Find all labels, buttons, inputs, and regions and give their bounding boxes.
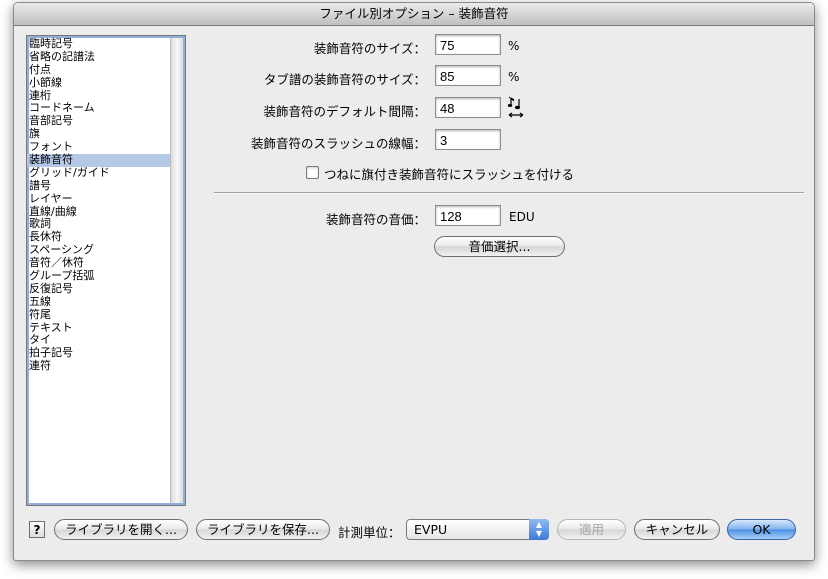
units-select[interactable]: EVPU ▲ ▼ — [406, 519, 549, 540]
slash-width-input[interactable]: 3 — [435, 129, 501, 150]
always-slash-checkbox[interactable] — [306, 166, 319, 179]
list-item[interactable]: グリッド/ガイド — [27, 166, 173, 180]
spacing-label: 装飾音符のデフォルト間隔： — [263, 104, 426, 119]
tab-size-unit: % — [508, 70, 520, 84]
tab-size-label: タブ譜の装飾音符のサイズ： — [263, 72, 426, 87]
size-unit: % — [508, 39, 520, 53]
list-item[interactable]: 付点 — [27, 63, 173, 77]
save-library-button[interactable]: ライブラリを保存... — [196, 519, 330, 540]
list-item[interactable]: 装飾音符 — [27, 153, 173, 167]
open-library-button[interactable]: ライブラリを開く... — [54, 519, 188, 540]
list-item[interactable]: 臨時記号 — [27, 37, 173, 51]
list-item[interactable]: グループ括弧 — [27, 269, 173, 283]
list-item[interactable]: 省略の記譜法 — [27, 50, 173, 64]
cancel-button[interactable]: キャンセル — [634, 519, 720, 540]
list-item[interactable]: 音部記号 — [27, 114, 173, 128]
tab-size-input[interactable]: 85 — [435, 65, 501, 86]
apply-button[interactable]: 適用 — [557, 519, 626, 540]
duration-input[interactable]: 128 — [435, 205, 501, 226]
category-list-items: 臨時記号 省略の記譜法 付点 小節線 連桁 コードネーム 音部記号旗フォント 装飾音符 グリッド… — [27, 37, 173, 373]
slash-width-label: 装飾音符のスラッシュの線幅： — [250, 136, 426, 151]
duration-unit: EDU — [509, 210, 535, 224]
list-item[interactable]: 符尾 — [27, 308, 173, 322]
list-item[interactable]: 譜号 — [27, 179, 173, 193]
ok-button[interactable]: OK — [727, 519, 796, 540]
spacing-input[interactable]: 48 — [435, 97, 501, 118]
divider — [214, 192, 804, 194]
options-dialog: ファイル別オプション – 装飾音符 臨時記号 省略の記譜法 付点 小節線 連桁 コードネー… — [13, 2, 815, 561]
list-item[interactable]: レイヤー — [27, 192, 173, 206]
list-item[interactable]: 連符 — [27, 359, 173, 373]
list-item[interactable]: 反復記号 — [27, 282, 173, 296]
list-item[interactable]: 五線 — [27, 295, 173, 309]
duration-label: 装飾音符の音価： — [325, 212, 426, 227]
size-label: 装飾音符のサイズ： — [313, 41, 426, 56]
units-value: EVPU — [414, 522, 448, 537]
list-item[interactable]: 小節線 — [27, 76, 173, 90]
units-label: 計測単位： — [338, 525, 401, 540]
window-title: ファイル別オプション – 装飾音符 — [14, 3, 814, 26]
always-slash-label[interactable]: つねに旗付き装飾音符にスラッシュを付ける — [324, 164, 574, 183]
help-button[interactable]: ? — [29, 521, 45, 538]
category-list-scrollbar[interactable] — [170, 38, 183, 503]
updown-arrows-icon: ▲ ▼ — [529, 519, 549, 540]
size-input[interactable]: 75 — [435, 34, 501, 55]
grace-note-spacing-icon — [507, 96, 524, 118]
category-list[interactable]: 臨時記号 省略の記譜法 付点 小節線 連桁 コードネーム 音部記号旗フォント 装飾音符 グリッド… — [26, 35, 186, 506]
select-duration-button[interactable]: 音価選択... — [434, 236, 565, 257]
